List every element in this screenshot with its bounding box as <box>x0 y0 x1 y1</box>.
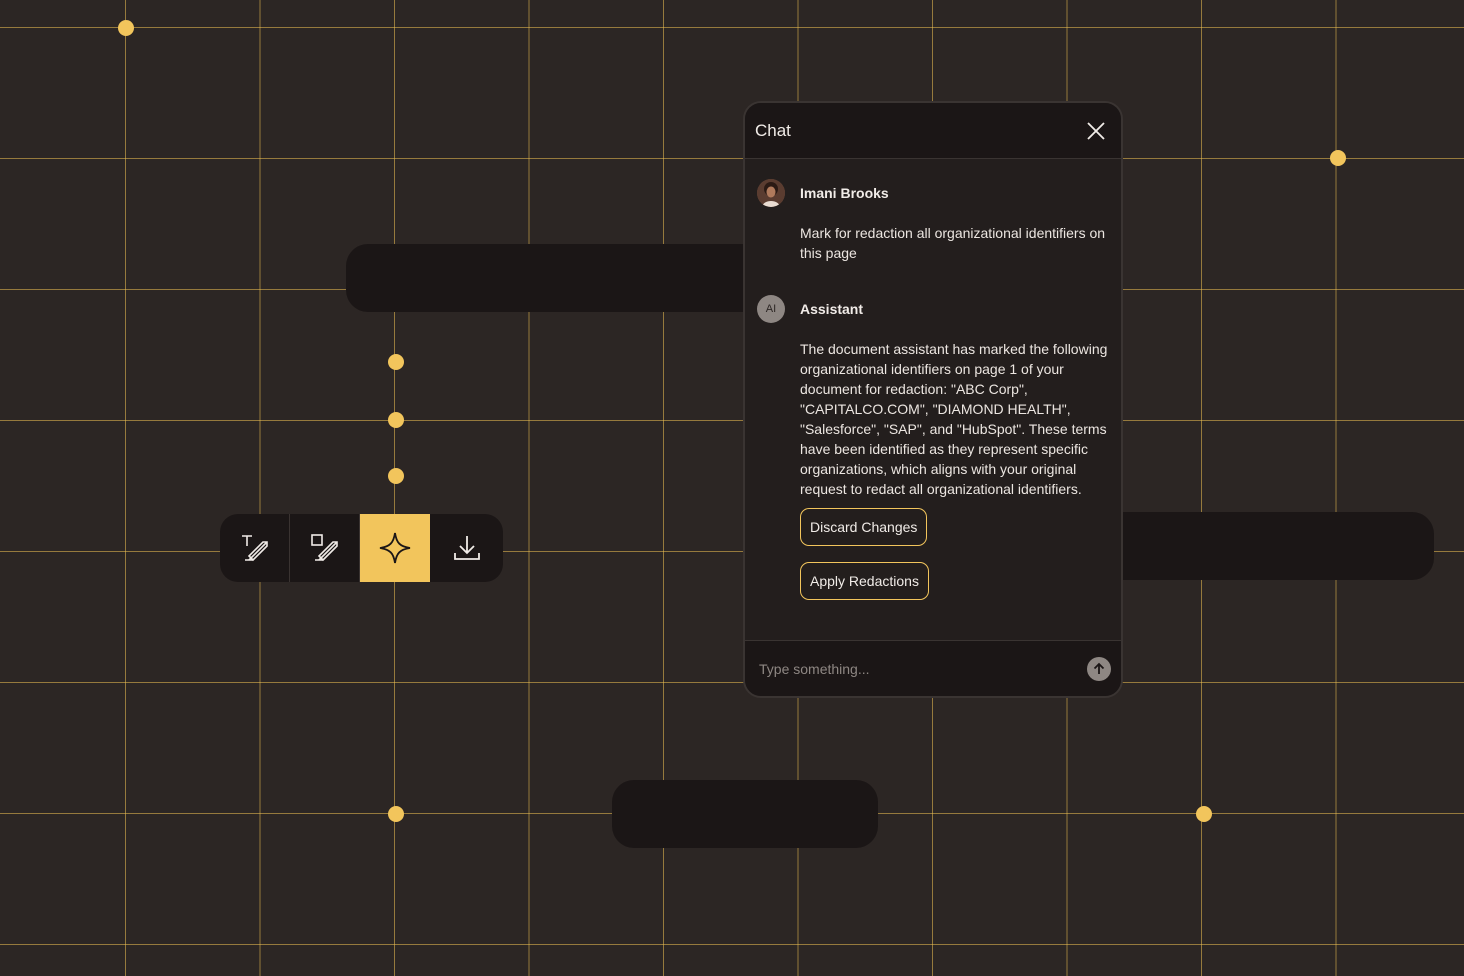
user-photo-icon <box>757 179 785 207</box>
arrow-up-icon <box>1093 662 1105 674</box>
chat-header: Chat <box>745 103 1121 159</box>
area-redact-button[interactable] <box>290 514 360 582</box>
text-redact-button[interactable] <box>220 514 290 582</box>
sender-name: Imani Brooks <box>800 185 889 201</box>
ai-assistant-button[interactable] <box>360 514 430 582</box>
close-icon <box>1087 121 1105 140</box>
apply-redactions-button[interactable]: Apply Redactions <box>800 562 929 600</box>
area-redact-icon <box>310 534 338 562</box>
message-text: The document assistant has marked the fo… <box>800 341 1108 497</box>
discard-changes-button[interactable]: Discard Changes <box>800 508 928 546</box>
grid-dot <box>388 354 404 370</box>
send-button[interactable] <box>1087 656 1111 681</box>
user-message: Imani Brooks Mark for redaction all orga… <box>757 178 1109 263</box>
chat-panel: Chat Imani Brooks Mark for redaction all… <box>743 101 1123 698</box>
redaction-toolbar <box>220 514 503 582</box>
grid-dot <box>1330 150 1346 166</box>
message-text: Mark for redaction all organizational id… <box>800 225 1106 261</box>
grid-dot <box>388 412 404 428</box>
text-redact-icon <box>241 535 268 562</box>
assistant-message: AI Assistant The document assistant has … <box>757 294 1109 600</box>
close-button[interactable] <box>1085 120 1107 142</box>
decorative-pill <box>1100 512 1434 580</box>
chat-composer <box>745 640 1121 696</box>
assistant-avatar: AI <box>757 295 785 323</box>
sender-name: Assistant <box>800 301 864 317</box>
grid-dot <box>388 468 404 484</box>
grid-dot <box>118 20 134 36</box>
user-avatar <box>757 179 785 207</box>
grid-dot <box>388 806 404 822</box>
download-icon <box>453 536 480 560</box>
decorative-pill <box>346 244 766 312</box>
ai-sparkle-icon <box>379 532 410 564</box>
decorative-pill <box>612 780 878 848</box>
message-input[interactable] <box>757 659 1061 678</box>
chat-title: Chat <box>755 120 791 140</box>
grid-dot <box>1196 806 1212 822</box>
download-button[interactable] <box>430 514 503 582</box>
